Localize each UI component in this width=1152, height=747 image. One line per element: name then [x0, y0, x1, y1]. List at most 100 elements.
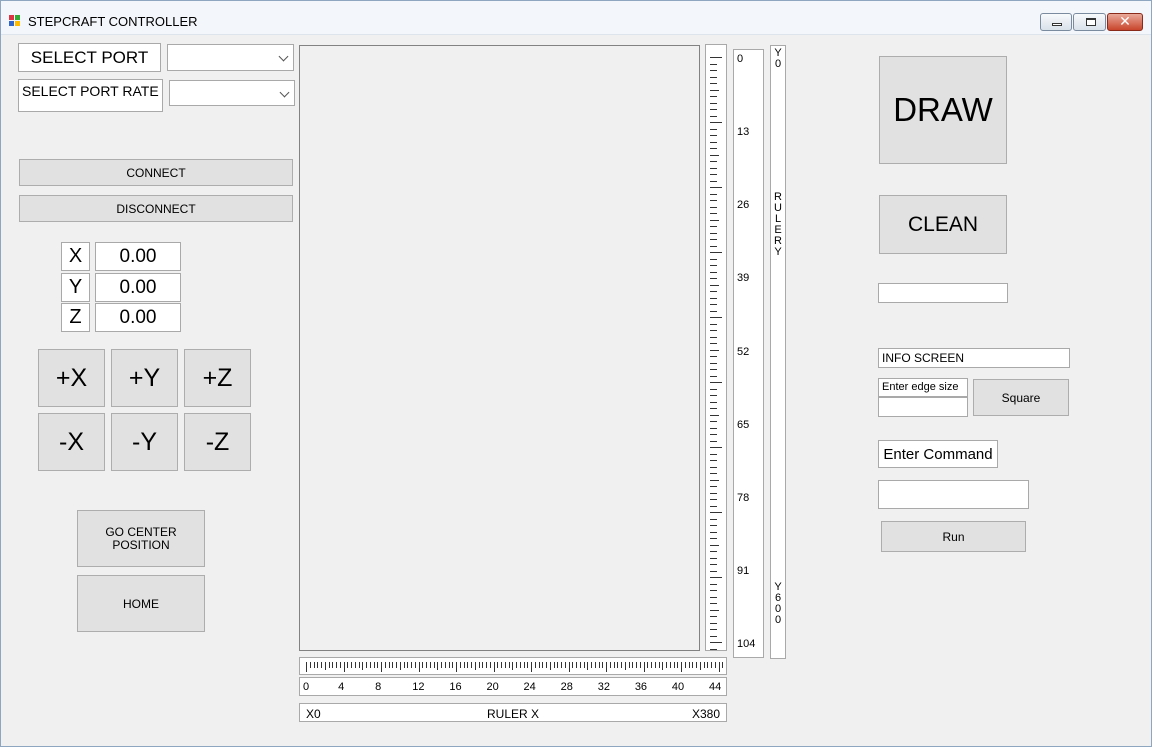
home-button[interactable]: HOME: [77, 575, 205, 632]
z-coordinate-value: 0.00: [95, 303, 181, 332]
ruler-x-tick: [639, 662, 641, 668]
ruler-x-label: 0: [303, 681, 310, 693]
ruler-y-tick: [710, 343, 717, 344]
ruler-x-tick: [677, 662, 679, 668]
ruler-y-top-label: Y0: [771, 48, 785, 70]
ruler-y-label: 104: [737, 638, 756, 650]
jog-minus-y-button[interactable]: -Y: [111, 413, 178, 471]
ruler-y-tick: [710, 362, 717, 364]
ruler-x-tick: [317, 662, 319, 668]
ruler-x-tick: [602, 662, 604, 668]
ruler-x-tick: [467, 662, 469, 668]
ruler-y-tick: [710, 167, 717, 169]
ruler-y-tick: [710, 447, 722, 448]
ruler-x-label: 32: [597, 681, 610, 693]
command-input[interactable]: [878, 480, 1029, 509]
ruler-y-tick: [710, 83, 717, 84]
ruler-y-tick: [710, 388, 717, 390]
ruler-x-tick: [673, 662, 675, 668]
ruler-y-tick: [710, 128, 717, 130]
close-button[interactable]: ✕: [1107, 13, 1143, 31]
ruler-x-tick: [632, 662, 634, 668]
ruler-x-tick: [354, 662, 356, 668]
select-port-label: SELECT PORT: [18, 43, 161, 72]
ruler-y-char: 0: [774, 58, 782, 70]
jog-plus-x-button[interactable]: +X: [38, 349, 105, 407]
ruler-y-tick: [710, 635, 717, 637]
ruler-x-tick: [463, 662, 465, 668]
run-button[interactable]: Run: [881, 521, 1026, 552]
ruler-x-tick: [369, 662, 371, 668]
ruler-y-tick: [710, 473, 717, 474]
connect-button[interactable]: CONNECT: [19, 159, 293, 186]
square-button[interactable]: Square: [973, 379, 1069, 416]
ruler-x-tick: [489, 662, 491, 668]
port-rate-select[interactable]: [169, 80, 295, 106]
drawing-canvas[interactable]: [299, 45, 700, 651]
port-select[interactable]: [167, 44, 294, 71]
ruler-x-tick: [392, 662, 394, 668]
ruler-x-tick: [332, 662, 334, 668]
ruler-x-tick: [643, 662, 645, 672]
y-axis-label: Y: [61, 273, 90, 302]
ruler-x-tick: [688, 662, 690, 668]
ruler-x-tick: [497, 662, 499, 668]
ruler-y-label: 52: [737, 345, 750, 358]
ruler-y-tick: [710, 434, 717, 435]
ruler-x-tick: [553, 662, 555, 668]
ruler-y-tick: [710, 122, 722, 123]
ruler-x-tick: [538, 662, 540, 668]
ruler-x-tick: [516, 662, 517, 668]
ruler-x-tick: [531, 662, 532, 672]
ruler-y-tick: [710, 499, 717, 500]
go-center-button[interactable]: GO CENTER POSITION: [77, 510, 205, 567]
app-window: STEPCRAFT CONTROLLER ✕ SELECT PORT SELEC…: [0, 0, 1152, 747]
ruler-y-tick: [710, 421, 717, 422]
ruler-y-tick: [710, 427, 717, 429]
ruler-x-tick: [493, 662, 495, 672]
ruler-x-tick: [351, 662, 352, 668]
ruler-x-tick: [429, 662, 431, 668]
ruler-y-tick: [710, 226, 717, 227]
ruler-x-tick: [568, 662, 570, 672]
edge-size-input[interactable]: [878, 397, 968, 417]
ruler-y-tick: [710, 70, 717, 71]
ruler-y-label: 78: [737, 491, 750, 504]
ruler-x-tick: [403, 662, 405, 668]
ruler-x-tick: [418, 662, 420, 672]
ruler-y-tick: [710, 538, 717, 539]
ruler-x-tick: [407, 662, 409, 668]
ruler-y-tick: [710, 629, 717, 630]
jog-minus-z-button[interactable]: -Z: [184, 413, 251, 471]
ruler-y-tick: [710, 271, 717, 273]
ruler-y-tick: [710, 622, 717, 624]
ruler-x-tick: [388, 662, 390, 668]
ruler-y-tick: [710, 76, 717, 78]
draw-button[interactable]: DRAW: [879, 56, 1007, 164]
status-field[interactable]: [878, 283, 1008, 303]
ruler-x-tick: [448, 662, 450, 668]
jog-minus-x-button[interactable]: -X: [38, 413, 105, 471]
ruler-y-tick: [710, 551, 717, 552]
minimize-button[interactable]: [1040, 13, 1072, 31]
ruler-x-tick: [459, 662, 461, 668]
ruler-x-label: 12: [412, 681, 425, 693]
clean-button[interactable]: CLEAN: [879, 195, 1007, 254]
ruler-y-tick: [710, 174, 717, 175]
ruler-y-tick: [710, 297, 717, 299]
jog-plus-y-button[interactable]: +Y: [111, 349, 178, 407]
ruler-y-tick: [710, 161, 717, 162]
ruler-x-tick: [534, 662, 536, 668]
chevron-down-icon: [278, 51, 289, 62]
jog-plus-z-button[interactable]: +Z: [184, 349, 251, 407]
ruler-x-tick: [613, 662, 615, 668]
ruler-y-tick: [710, 96, 717, 97]
ruler-x-tick: [692, 662, 694, 668]
ruler-x-tick: [681, 662, 682, 672]
ruler-x-tick: [722, 662, 724, 668]
ruler-x-tick: [328, 662, 330, 668]
maximize-button[interactable]: [1073, 13, 1106, 31]
ruler-x-tick: [336, 662, 337, 668]
ruler-x-tick: [587, 662, 589, 670]
disconnect-button[interactable]: DISCONNECT: [19, 195, 293, 222]
